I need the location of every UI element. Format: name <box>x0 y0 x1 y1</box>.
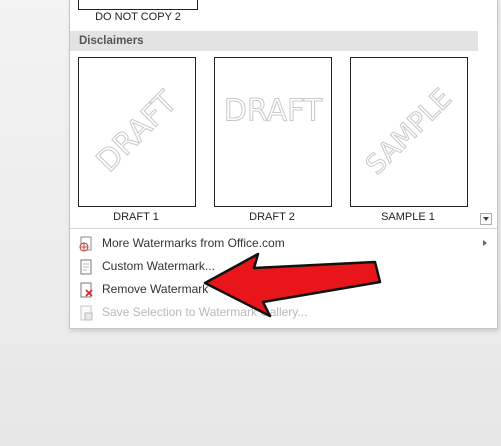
annotation-arrow-icon <box>203 252 382 318</box>
